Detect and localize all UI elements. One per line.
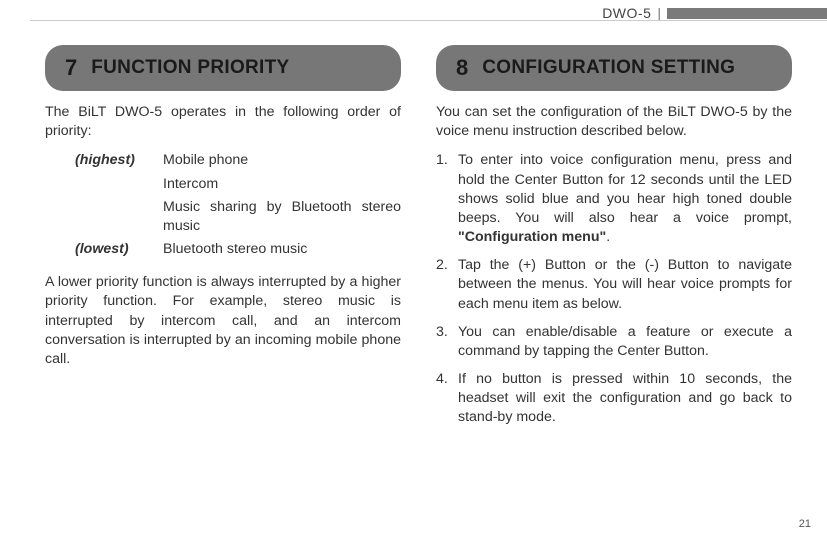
section-number: 8	[456, 57, 468, 79]
priority-item: Music sharing by Bluetooth stereo music	[163, 198, 401, 236]
device-label: DWO-5	[602, 5, 651, 21]
column-right: 8 CONFIGURATION SETTING You can set the …	[436, 45, 792, 528]
priority-row: (highest) Mobile phone	[75, 151, 401, 170]
header-divider	[30, 20, 827, 21]
priority-row: (lowest) Bluetooth stereo music	[75, 240, 401, 259]
section-number: 7	[65, 57, 77, 79]
page-number: 21	[799, 518, 811, 530]
step-text: To enter into voice configuration menu, …	[458, 152, 792, 226]
priority-row: Music sharing by Bluetooth stereo music	[75, 198, 401, 236]
priority-list: (highest) Mobile phone Intercom Music sh…	[75, 151, 401, 259]
priority-item: Bluetooth stereo music	[163, 240, 401, 259]
priority-item: Intercom	[163, 175, 401, 194]
priority-item: Mobile phone	[163, 151, 401, 170]
page-header: DWO-5 |	[602, 5, 827, 21]
section-title: FUNCTION PRIORITY	[91, 57, 289, 79]
step-item: Tap the (+) Button or the (-) Button to …	[436, 256, 792, 314]
priority-label-lowest: (lowest)	[75, 240, 163, 259]
column-left: 7 FUNCTION PRIORITY The BiLT DWO-5 opera…	[45, 45, 401, 528]
intro-text: You can set the configuration of the BiL…	[436, 103, 792, 141]
priority-label-highest: (highest)	[75, 151, 163, 170]
header-accent-bar	[667, 8, 827, 19]
step-item: To enter into voice configuration menu, …	[436, 151, 792, 247]
content-columns: 7 FUNCTION PRIORITY The BiLT DWO-5 opera…	[45, 45, 792, 528]
priority-row: Intercom	[75, 175, 401, 194]
section-heading-7: 7 FUNCTION PRIORITY	[45, 45, 401, 91]
header-separator: |	[657, 5, 661, 21]
step-item: You can enable/disable a feature or exec…	[436, 323, 792, 361]
step-text-tail: .	[606, 229, 610, 245]
section-heading-8: 8 CONFIGURATION SETTING	[436, 45, 792, 91]
intro-text: The BiLT DWO-5 operates in the following…	[45, 103, 401, 141]
priority-note: A lower priority function is always inte…	[45, 273, 401, 369]
section-title: CONFIGURATION SETTING	[482, 57, 735, 79]
steps-list: To enter into voice configuration menu, …	[436, 151, 792, 427]
step-item: If no button is pressed within 10 second…	[436, 370, 792, 428]
voice-prompt: "Configuration menu"	[458, 229, 606, 245]
